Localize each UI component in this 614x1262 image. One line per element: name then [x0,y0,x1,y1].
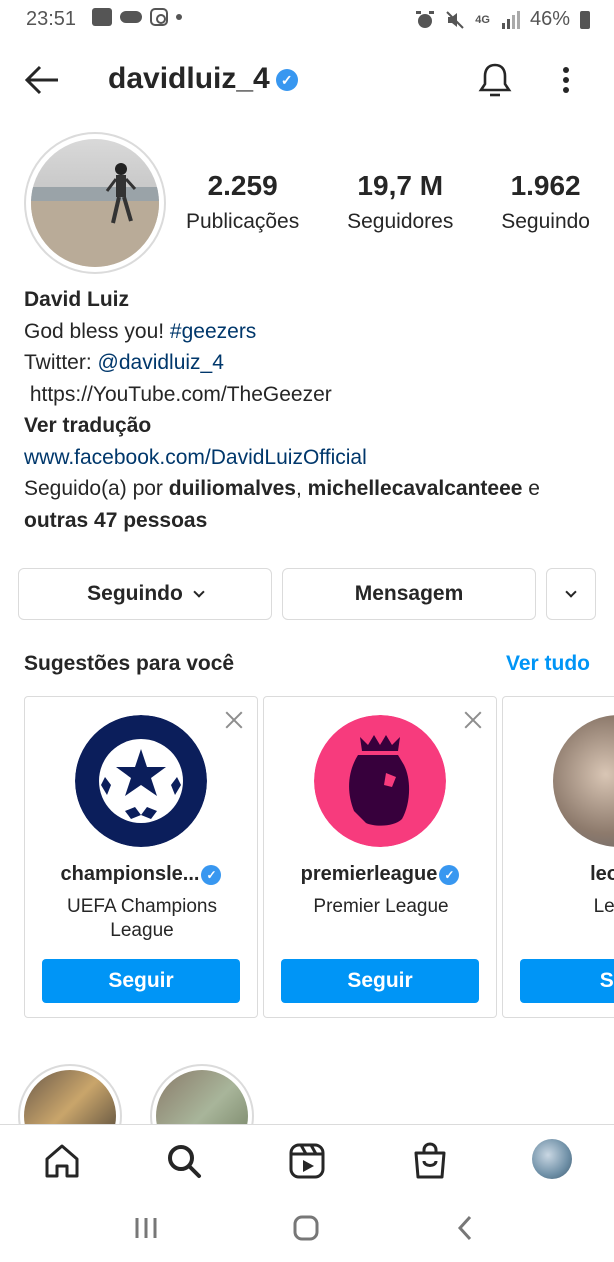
suggestion-subtitle: Premier League [313,896,449,917]
more-notifications-dot-icon [176,14,182,20]
suggestion-subtitle: UEFA Champions League [67,896,217,941]
chevron-down-icon [193,586,205,598]
followed-sep: , [295,477,308,500]
verified-badge-icon: ✓ [275,69,298,92]
bio-youtube-line: https://YouTube.com/TheGeezer [24,382,332,406]
followed-by[interactable]: Seguido(a) por duiliomalves, michellecav… [24,473,604,505]
verified-badge-icon: ✓ [201,864,222,885]
website-link[interactable]: www.facebook.com/DavidLuizOfficial [24,442,604,474]
dismiss-close-icon[interactable] [462,709,484,731]
suggestions-carousel[interactable]: championsle... ✓ UEFA Champions League Se… [24,696,614,1020]
suggestion-subtitle: Leo M [593,896,614,917]
stat-posts[interactable]: 2.259 Publicações [186,170,299,234]
battery-icon [580,10,590,29]
following-label: Seguindo [501,210,590,233]
cloud-icon [120,11,142,23]
notification-icons [92,8,182,26]
beach-figure-icon [31,163,159,267]
home-icon[interactable] [42,1141,82,1181]
premier-league-logo [314,715,446,847]
notification-bell-icon[interactable] [478,62,512,98]
bio-line-1: God bless you! #geezers [24,316,604,348]
recent-apps-icon[interactable] [126,1212,166,1244]
profile-stats: 2.259 Publicações 19,7 M Seguidores 1.96… [186,170,590,234]
profile-header: davidluiz_4 ✓ [0,50,614,110]
suggestions-title: Sugestões para você [24,652,235,675]
chevron-down-icon [565,586,577,598]
bio-line-2: Twitter: @davidluiz_4 [24,347,604,379]
username-text: davidluiz_4 [108,62,270,95]
message-button[interactable]: Mensagem [282,568,536,620]
see-translation-link[interactable]: Ver tradução [24,410,604,442]
battery-percent: 46% [529,8,570,30]
status-bar: 23:51 4G 46% [0,0,614,38]
mention-link[interactable]: @davidluiz_4 [98,351,224,374]
starball-icon [75,715,207,847]
back-arrow-icon[interactable] [24,64,60,96]
suggestion-username: championsle... [60,863,200,885]
posts-label: Publicações [186,210,300,233]
following-count: 1.962 [510,170,581,201]
app-notification-icon [92,8,112,26]
system-navigation-bar [0,1194,614,1262]
follow-button[interactable]: Seguir [42,959,240,1003]
followed-and: e [522,477,540,500]
home-button-icon[interactable] [286,1212,326,1244]
posts-count: 2.259 [207,170,278,201]
profile-bio: David Luiz God bless you! #geezers Twitt… [24,284,604,536]
suggestion-name: premierleague ✓ [264,863,496,886]
ucl-logo [75,715,207,847]
suggestion-name: championsle... ✓ [25,863,257,886]
avatar-photo [31,139,159,267]
shop-bag-icon[interactable] [410,1141,450,1181]
follow-button[interactable]: Seg [520,959,614,1003]
system-status-icons: 4G 46% [415,8,590,31]
instagram-notification-icon [150,8,168,26]
dismiss-close-icon[interactable] [223,709,245,731]
suggestion-avatar [553,715,614,847]
suggestion-name: leome [590,863,614,885]
following-button[interactable]: Seguindo [18,568,272,620]
followers-count: 19,7 M [357,170,444,201]
followed-user-1: duiliomalves [168,477,296,500]
bottom-navigation [0,1124,614,1194]
reels-icon[interactable] [287,1141,327,1181]
profile-full-name: David Luiz [24,288,130,311]
following-button-label: Seguindo [87,582,183,605]
followed-user-2: michellecavalcanteee [307,477,523,500]
more-options-icon[interactable] [554,64,578,96]
suggestion-card[interactable]: premierleague ✓ Premier League Seguir [263,696,497,1018]
search-icon[interactable] [164,1141,204,1181]
mute-icon [446,10,464,29]
suggestion-username: premierleague [300,863,438,885]
stat-following[interactable]: 1.962 Seguindo [501,170,590,234]
network-type: 4G [475,13,490,26]
profile-avatar[interactable] [24,132,166,274]
verified-badge-icon: ✓ [439,864,460,885]
header-username: davidluiz_4 ✓ [108,62,298,96]
follow-button[interactable]: Seguir [281,959,479,1003]
see-all-link[interactable]: Ver tudo [506,652,590,676]
hashtag-link[interactable]: #geezers [170,320,256,343]
suggestion-card[interactable]: leome Leo M Seg [502,696,614,1018]
bio-twitter-label: Twitter: [24,351,98,374]
status-time: 23:51 [26,8,77,30]
signal-icon [501,10,520,29]
profile-tab-avatar[interactable] [532,1139,572,1179]
followed-by-prefix: Seguido(a) por [24,477,169,500]
bio-text: God bless you! [24,319,170,343]
followers-label: Seguidores [347,210,454,233]
message-button-label: Mensagem [354,582,464,605]
lion-icon [314,715,446,847]
back-chevron-icon[interactable] [446,1212,486,1244]
alarm-icon [416,10,435,28]
suggested-toggle-button[interactable] [546,568,596,620]
stat-followers[interactable]: 19,7 M Seguidores [347,170,453,234]
followed-others[interactable]: outras 47 pessoas [24,505,604,537]
suggestion-card[interactable]: championsle... ✓ UEFA Champions League Se… [24,696,258,1018]
